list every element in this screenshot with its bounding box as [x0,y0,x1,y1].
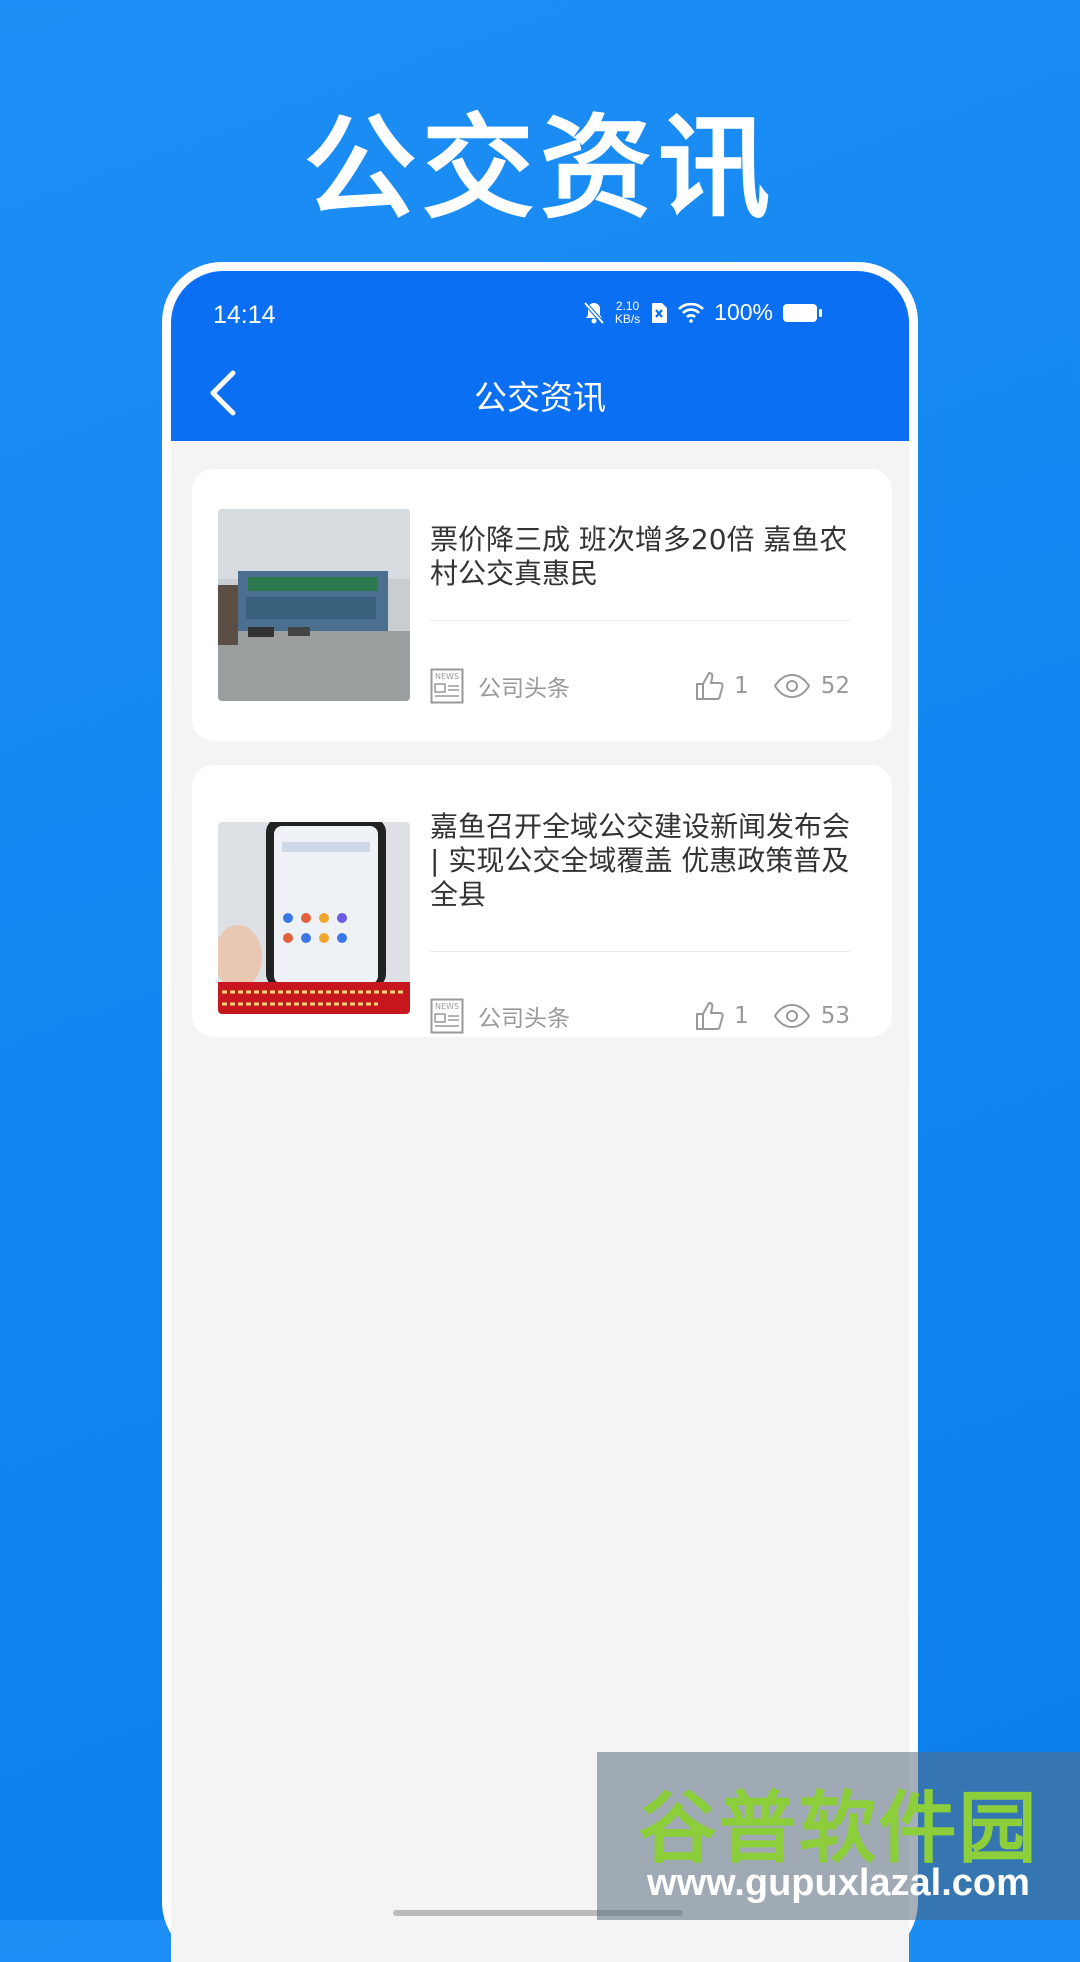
app-bar: 14:14 2.10 KB/s 100% 公交资讯 [171,271,909,441]
svg-text:NEWS: NEWS [435,672,459,681]
watermark: 谷普软件园 www.gupuxlazal.com [597,1752,1080,1920]
svg-text:NEWS: NEWS [435,1002,459,1011]
article-thumbnail-bus-station [218,509,410,701]
net-speed: 2.10 KB/s [614,298,641,326]
news-icon: NEWS [430,668,464,704]
like-count: 1 [734,673,749,699]
phone-screen: 14:14 2.10 KB/s 100% 公交资讯 票价降三成 班次增多20倍 … [171,271,909,1962]
article-title[interactable]: 票价降三成 班次增多20倍 嘉鱼农村公交真惠民 [430,523,850,591]
article-divider [430,620,850,621]
article-meta: NEWS 公司头条 1 53 [430,996,850,1036]
view-count: 53 [820,1003,850,1029]
article-card[interactable]: 票价降三成 班次增多20倍 嘉鱼农村公交真惠民 NEWS 公司头条 1 52 [192,469,892,741]
eye-icon [773,673,810,699]
mute-bell-icon [583,301,605,324]
watermark-url: www.gupuxlazal.com [647,1862,1030,1904]
like-count: 1 [734,1003,749,1029]
battery-icon [783,303,822,322]
nav-title: 公交资讯 [474,378,606,417]
net-speed-unit: KB/s [614,311,641,326]
thumbs-up-icon[interactable] [694,670,726,702]
article-card[interactable]: 嘉鱼召开全域公交建设新闻发布会 | 实现公交全域覆盖 优惠政策普及全县 NEWS… [192,765,892,1037]
news-icon: NEWS [430,998,464,1034]
view-count: 52 [820,673,850,699]
battery-percent: 100% [714,299,773,325]
thumbs-up-icon[interactable] [694,1000,726,1032]
article-title[interactable]: 嘉鱼召开全域公交建设新闻发布会 | 实现公交全域覆盖 优惠政策普及全县 [430,810,850,912]
article-category: 公司头条 [478,1006,570,1032]
article-meta: NEWS 公司头条 1 52 [430,666,850,706]
article-category: 公司头条 [478,676,570,702]
article-thumbnail-phone-app [218,822,410,1014]
hero-title: 公交资讯 [304,104,776,234]
net-speed-value: 2.10 [615,298,640,313]
sim-off-icon [652,302,668,323]
article-divider [430,951,850,952]
wifi-icon [678,302,705,323]
status-icons: 2.10 KB/s 100% [583,298,822,326]
status-time: 14:14 [213,301,276,329]
eye-icon [773,1003,810,1029]
phone-frame: 14:14 2.10 KB/s 100% 公交资讯 票价降三成 班次增多20倍 … [162,262,918,1962]
